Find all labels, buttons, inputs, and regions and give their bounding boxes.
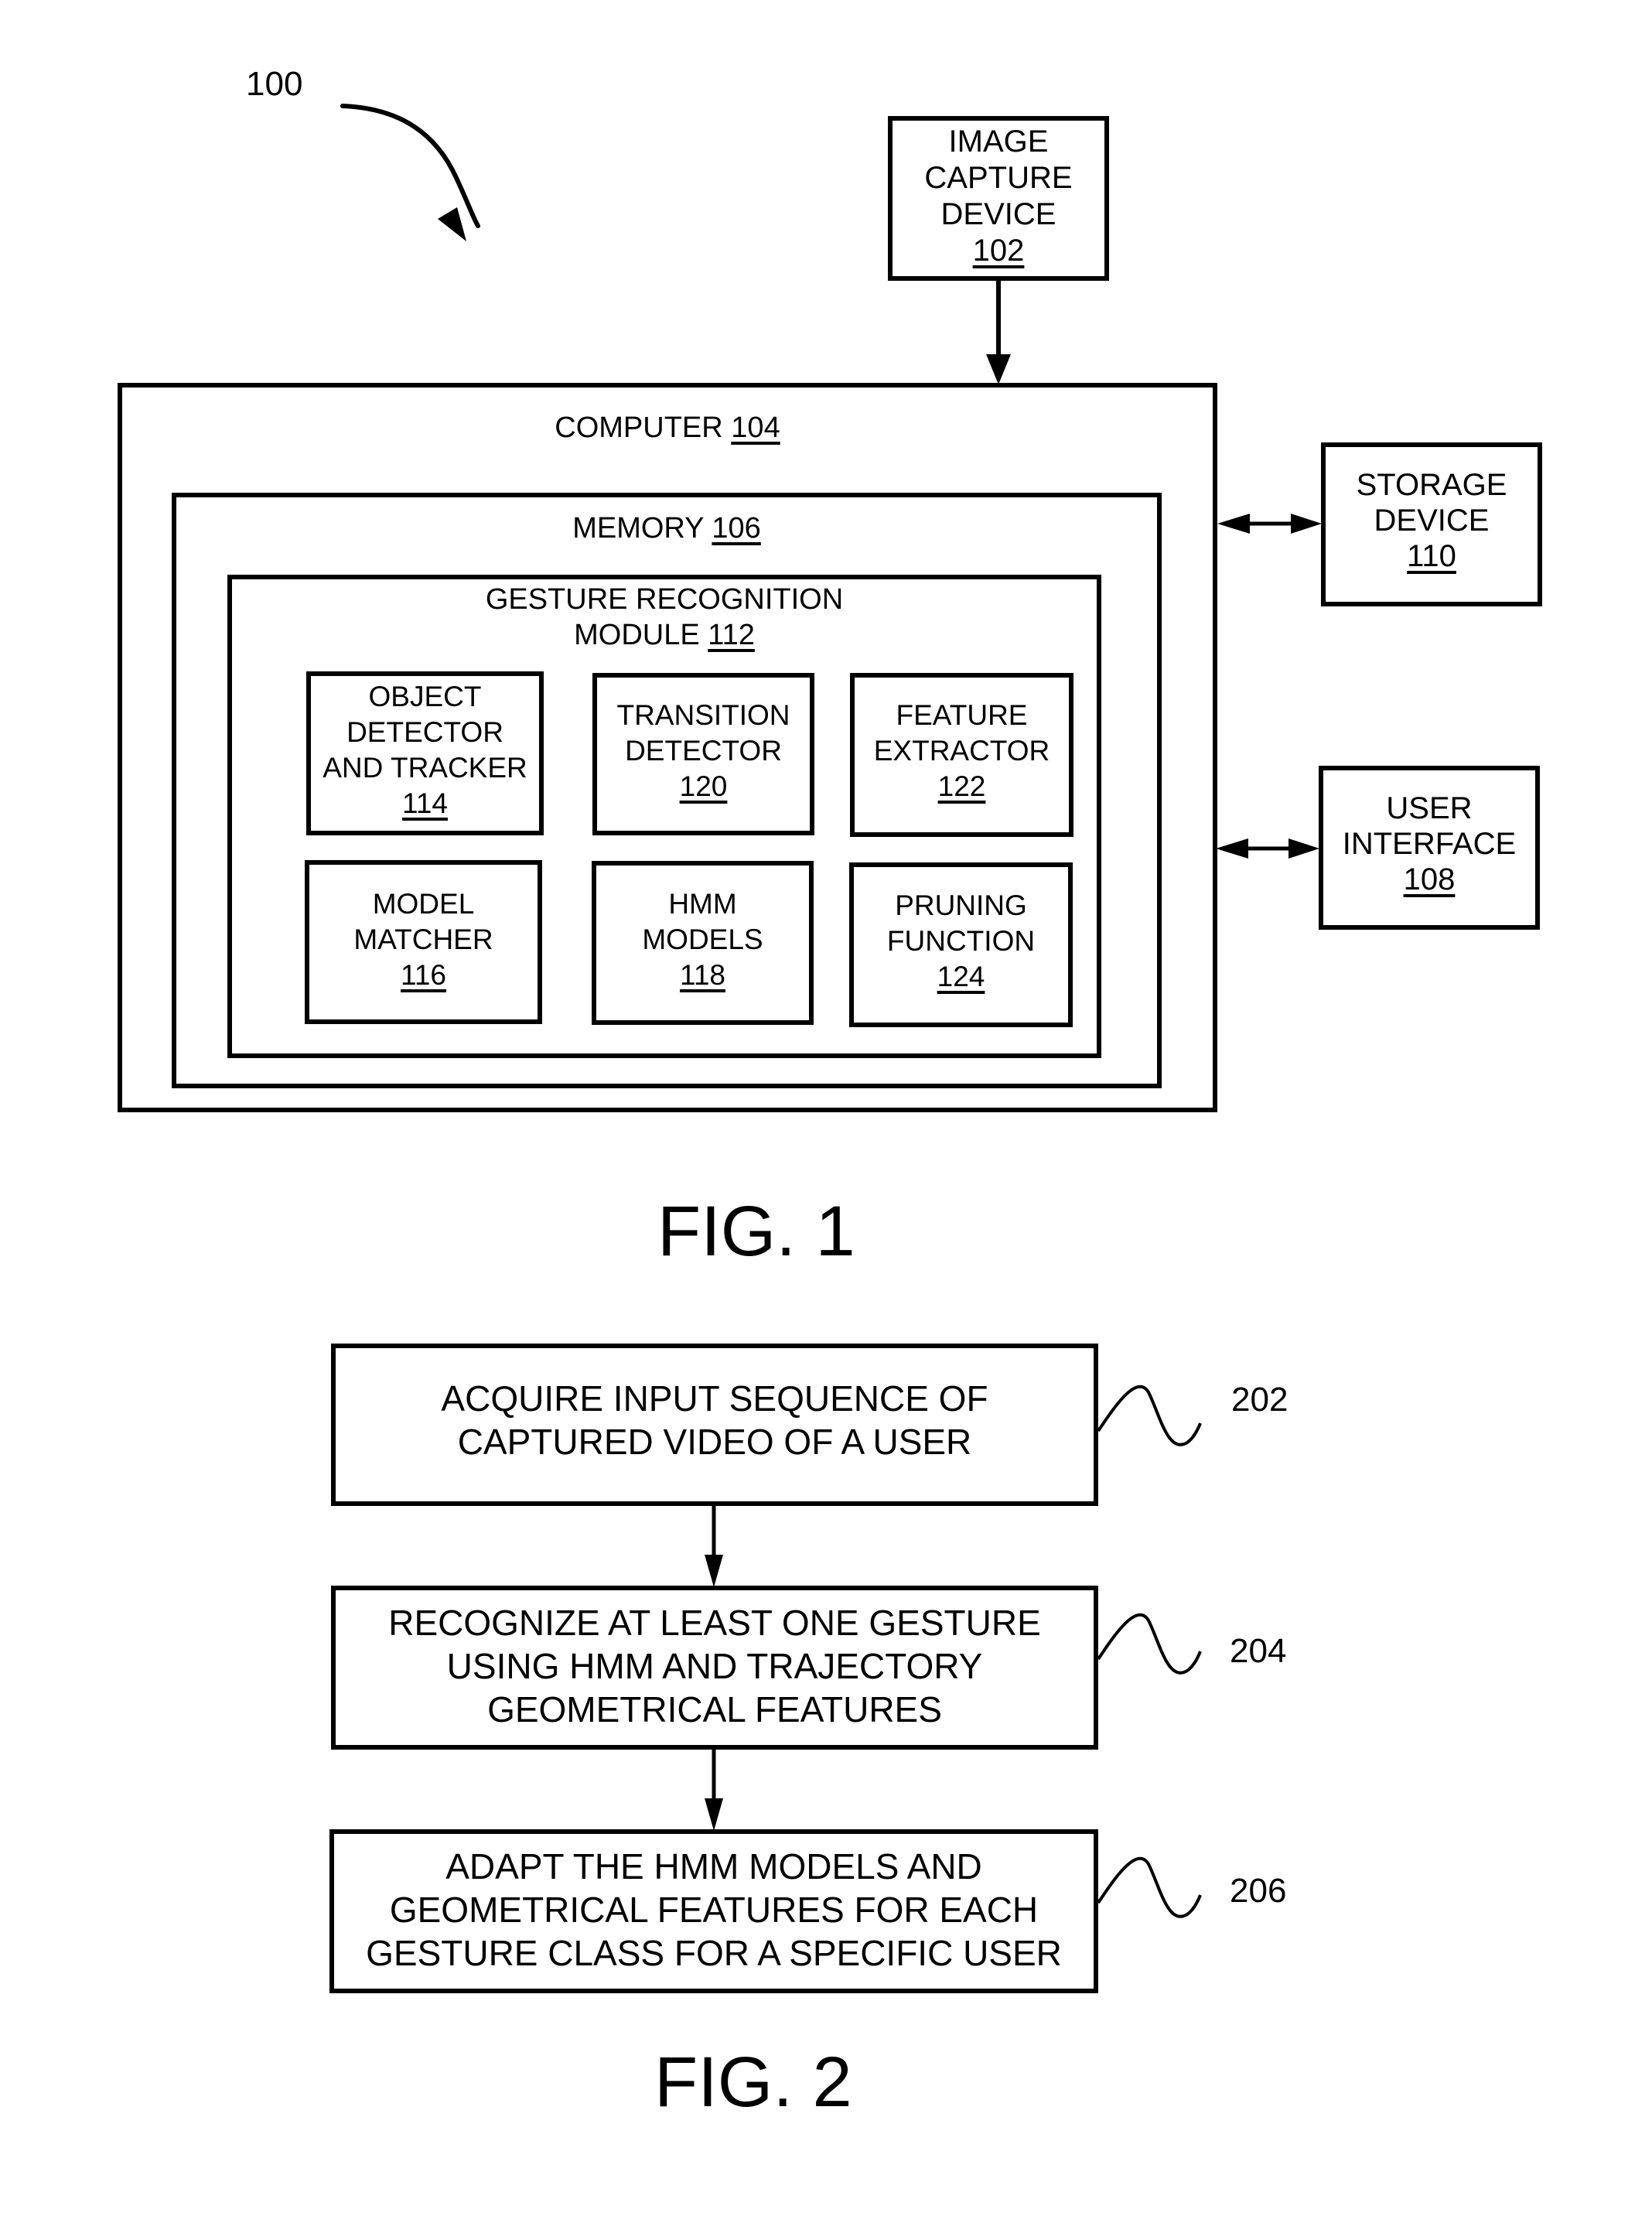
label-line: IMAGE <box>948 125 1049 159</box>
image-capture-device-label: IMAGE CAPTURE DEVICE 102 <box>888 124 1109 269</box>
transition-detector-label: TRANSITION DETECTOR 120 <box>592 698 814 804</box>
label-text: COMPUTER <box>555 411 723 444</box>
object-detector-tracker-label: OBJECT DETECTOR AND TRACKER 114 <box>306 679 544 821</box>
label-line: USING HMM AND TRAJECTORY <box>446 1646 983 1686</box>
label-line: GESTURE CLASS FOR A SPECIFIC USER <box>366 1933 1062 1973</box>
label-line: STORAGE <box>1356 468 1507 502</box>
label-line: ADAPT THE HMM MODELS AND <box>445 1846 982 1887</box>
computer-ui-arrowhead-right <box>1288 838 1319 859</box>
step-acquire-input-ref: 202 <box>1231 1381 1288 1419</box>
capture-to-computer-arrowhead <box>986 354 1011 384</box>
step2-to-step3-arrowhead <box>705 1798 723 1831</box>
step-adapt-models-ref: 206 <box>1230 1872 1287 1910</box>
label-line: GEOMETRICAL FEATURES FOR EACH <box>389 1890 1039 1930</box>
figure-1-caption: FIG. 1 <box>657 1192 855 1271</box>
model-matcher-label: MODEL MATCHER 116 <box>305 886 542 993</box>
label-line: RECOGNIZE AT LEAST ONE GESTURE <box>388 1603 1041 1643</box>
label-line: OBJECT <box>368 681 482 712</box>
label-line: HMM <box>668 888 737 920</box>
label-line: MODEL <box>372 888 475 920</box>
feature-extractor-label: FEATURE EXTRACTOR 122 <box>850 698 1073 804</box>
reference-number: 106 <box>712 512 761 545</box>
label-line: INTERFACE <box>1342 827 1517 861</box>
system-ref-label: 100 <box>246 65 303 103</box>
step-recognize-gesture-ref: 204 <box>1230 1632 1287 1670</box>
computer-label: COMPUTER 104 <box>118 410 1217 446</box>
label-line: PRUNING <box>895 890 1027 921</box>
label-line: GESTURE RECOGNITION <box>485 583 844 616</box>
reference-number: 104 <box>731 411 780 444</box>
computer-storage-arrowhead-right <box>1291 514 1322 534</box>
reference-number: 120 <box>679 770 728 802</box>
step-adapt-models-label: ADAPT THE HMM MODELS AND GEOMETRICAL FEA… <box>329 1845 1098 1975</box>
user-interface-label: USER INTERFACE 108 <box>1319 790 1540 897</box>
label-line: TRANSITION <box>616 699 790 731</box>
reference-number: 108 <box>1403 862 1456 896</box>
label-line: FEATURE <box>896 699 1028 731</box>
label-line: DETECTOR <box>625 735 782 767</box>
label-line: GEOMETRICAL FEATURES <box>487 1689 942 1730</box>
label-line: AND TRACKER <box>323 752 527 784</box>
label-line: CAPTURED VIDEO OF A USER <box>457 1422 972 1462</box>
label-line: DEVICE <box>940 197 1056 231</box>
reference-number: 116 <box>401 959 446 991</box>
reference-number: 124 <box>937 961 985 992</box>
label-line: DETECTOR <box>346 716 503 748</box>
step-recognize-gesture-label: RECOGNIZE AT LEAST ONE GESTURE USING HMM… <box>331 1601 1098 1731</box>
step-acquire-input-label: ACQUIRE INPUT SEQUENCE OF CAPTURED VIDEO… <box>331 1377 1098 1463</box>
step3-ref-leader <box>1097 1856 1202 1918</box>
computer-storage-arrowhead-left <box>1217 514 1250 534</box>
memory-label: MEMORY 106 <box>172 510 1162 547</box>
reference-number: 112 <box>708 619 755 651</box>
hmm-models-label: HMM MODELS 118 <box>592 886 814 993</box>
label-line: DEVICE <box>1374 504 1490 538</box>
gesture-recognition-module-label: GESTURE RECOGNITION MODULE 112 <box>227 582 1101 653</box>
storage-device-label: STORAGE DEVICE 110 <box>1321 467 1542 574</box>
step1-to-step2-arrowhead <box>705 1555 723 1587</box>
label-line: MATCHER <box>353 924 493 955</box>
reference-number: 114 <box>402 787 448 819</box>
reference-number: 102 <box>972 234 1025 268</box>
computer-ui-arrowhead-left <box>1216 838 1248 859</box>
label-line: CAPTURE <box>924 161 1073 195</box>
system-ref-arrow <box>340 104 480 228</box>
pruning-function-label: PRUNING FUNCTION 124 <box>849 888 1073 995</box>
step2-ref-leader <box>1097 1613 1202 1675</box>
system-ref-arrowhead <box>438 207 466 241</box>
label-line: MODELS <box>642 924 763 955</box>
label-line: EXTRACTOR <box>873 735 1050 767</box>
reference-number: 110 <box>1407 539 1456 573</box>
label-line: ACQUIRE INPUT SEQUENCE OF <box>441 1378 988 1419</box>
label-line: MODULE <box>574 619 700 651</box>
reference-number: 118 <box>680 959 725 991</box>
label-line: USER <box>1386 791 1473 825</box>
reference-number: 122 <box>937 770 986 802</box>
label-line: FUNCTION <box>886 925 1036 957</box>
label-text: MEMORY <box>572 512 704 545</box>
figure-2-caption: FIG. 2 <box>654 2043 852 2122</box>
step1-ref-leader <box>1097 1385 1202 1446</box>
